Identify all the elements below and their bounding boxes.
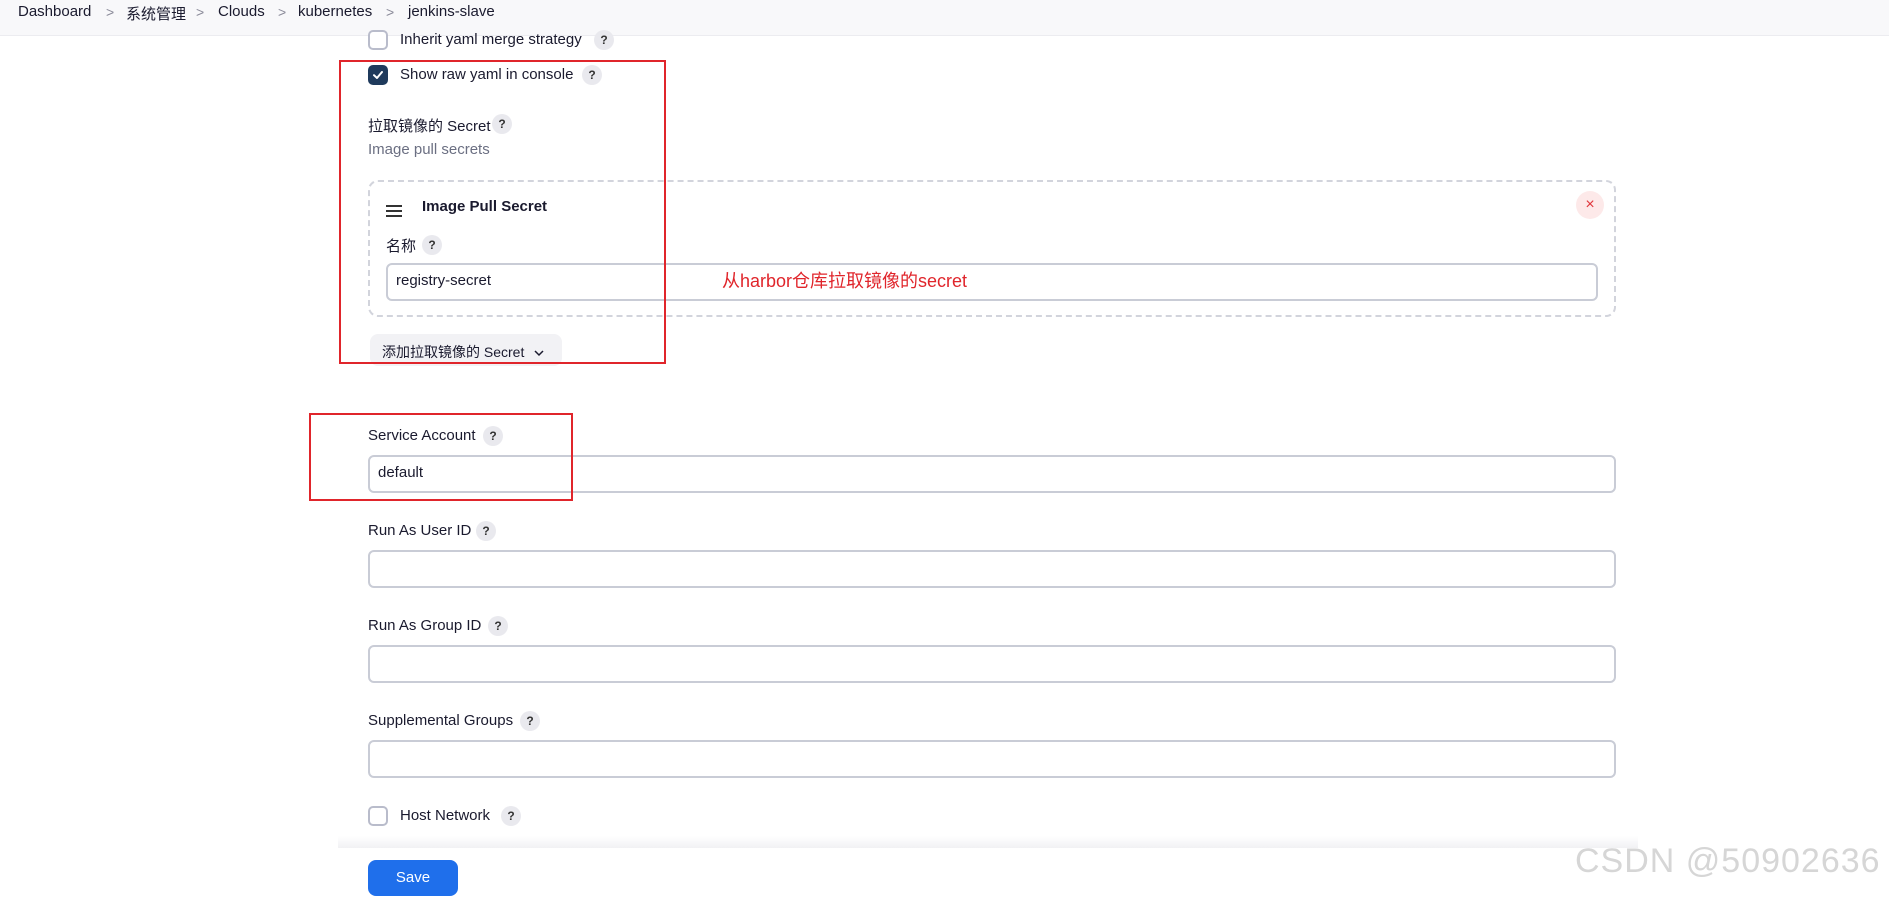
breadcrumb-separator: > <box>386 4 395 20</box>
breadcrumb-separator: > <box>278 4 287 20</box>
watermark: CSDN @50902636 <box>1575 842 1881 880</box>
breadcrumb-jenkins-slave[interactable]: jenkins-slave <box>408 3 495 20</box>
annotation-box-image-pull-secret <box>339 60 666 364</box>
host-network-checkbox[interactable] <box>368 806 388 826</box>
supplemental-groups-label: Supplemental Groups <box>368 712 514 729</box>
breadcrumb-separator: > <box>196 4 205 20</box>
host-network-label: Host Network <box>400 807 491 824</box>
breadcrumb: Dashboard > 系统管理 > Clouds > kubernetes >… <box>0 0 1889 36</box>
breadcrumb-kubernetes[interactable]: kubernetes <box>298 3 372 20</box>
help-icon[interactable]: ? <box>520 711 540 731</box>
help-icon[interactable]: ? <box>501 806 521 826</box>
run-as-user-id-label: Run As User ID <box>368 522 472 539</box>
breadcrumb-dashboard[interactable]: Dashboard <box>18 3 91 20</box>
save-button[interactable]: Save <box>368 860 458 896</box>
breadcrumb-clouds[interactable]: Clouds <box>218 3 265 20</box>
inherit-yaml-label: Inherit yaml merge strategy <box>400 31 582 48</box>
supplemental-groups-input[interactable] <box>368 740 1616 778</box>
annotation-box-service-account <box>309 413 573 501</box>
breadcrumb-system-manage[interactable]: 系统管理 <box>126 3 186 24</box>
help-icon[interactable]: ? <box>476 521 496 541</box>
run-as-group-id-input[interactable] <box>368 645 1616 683</box>
help-icon[interactable]: ? <box>488 616 508 636</box>
run-as-user-id-input[interactable] <box>368 550 1616 588</box>
close-icon[interactable]: × <box>1576 191 1604 219</box>
run-as-group-id-label: Run As Group ID <box>368 617 482 634</box>
breadcrumb-separator: > <box>106 4 115 20</box>
form-footer <box>338 836 1638 848</box>
inherit-yaml-checkbox[interactable] <box>368 30 388 50</box>
annotation-text: 从harbor仓库拉取镜像的secret <box>722 271 968 291</box>
help-icon[interactable]: ? <box>594 30 614 50</box>
